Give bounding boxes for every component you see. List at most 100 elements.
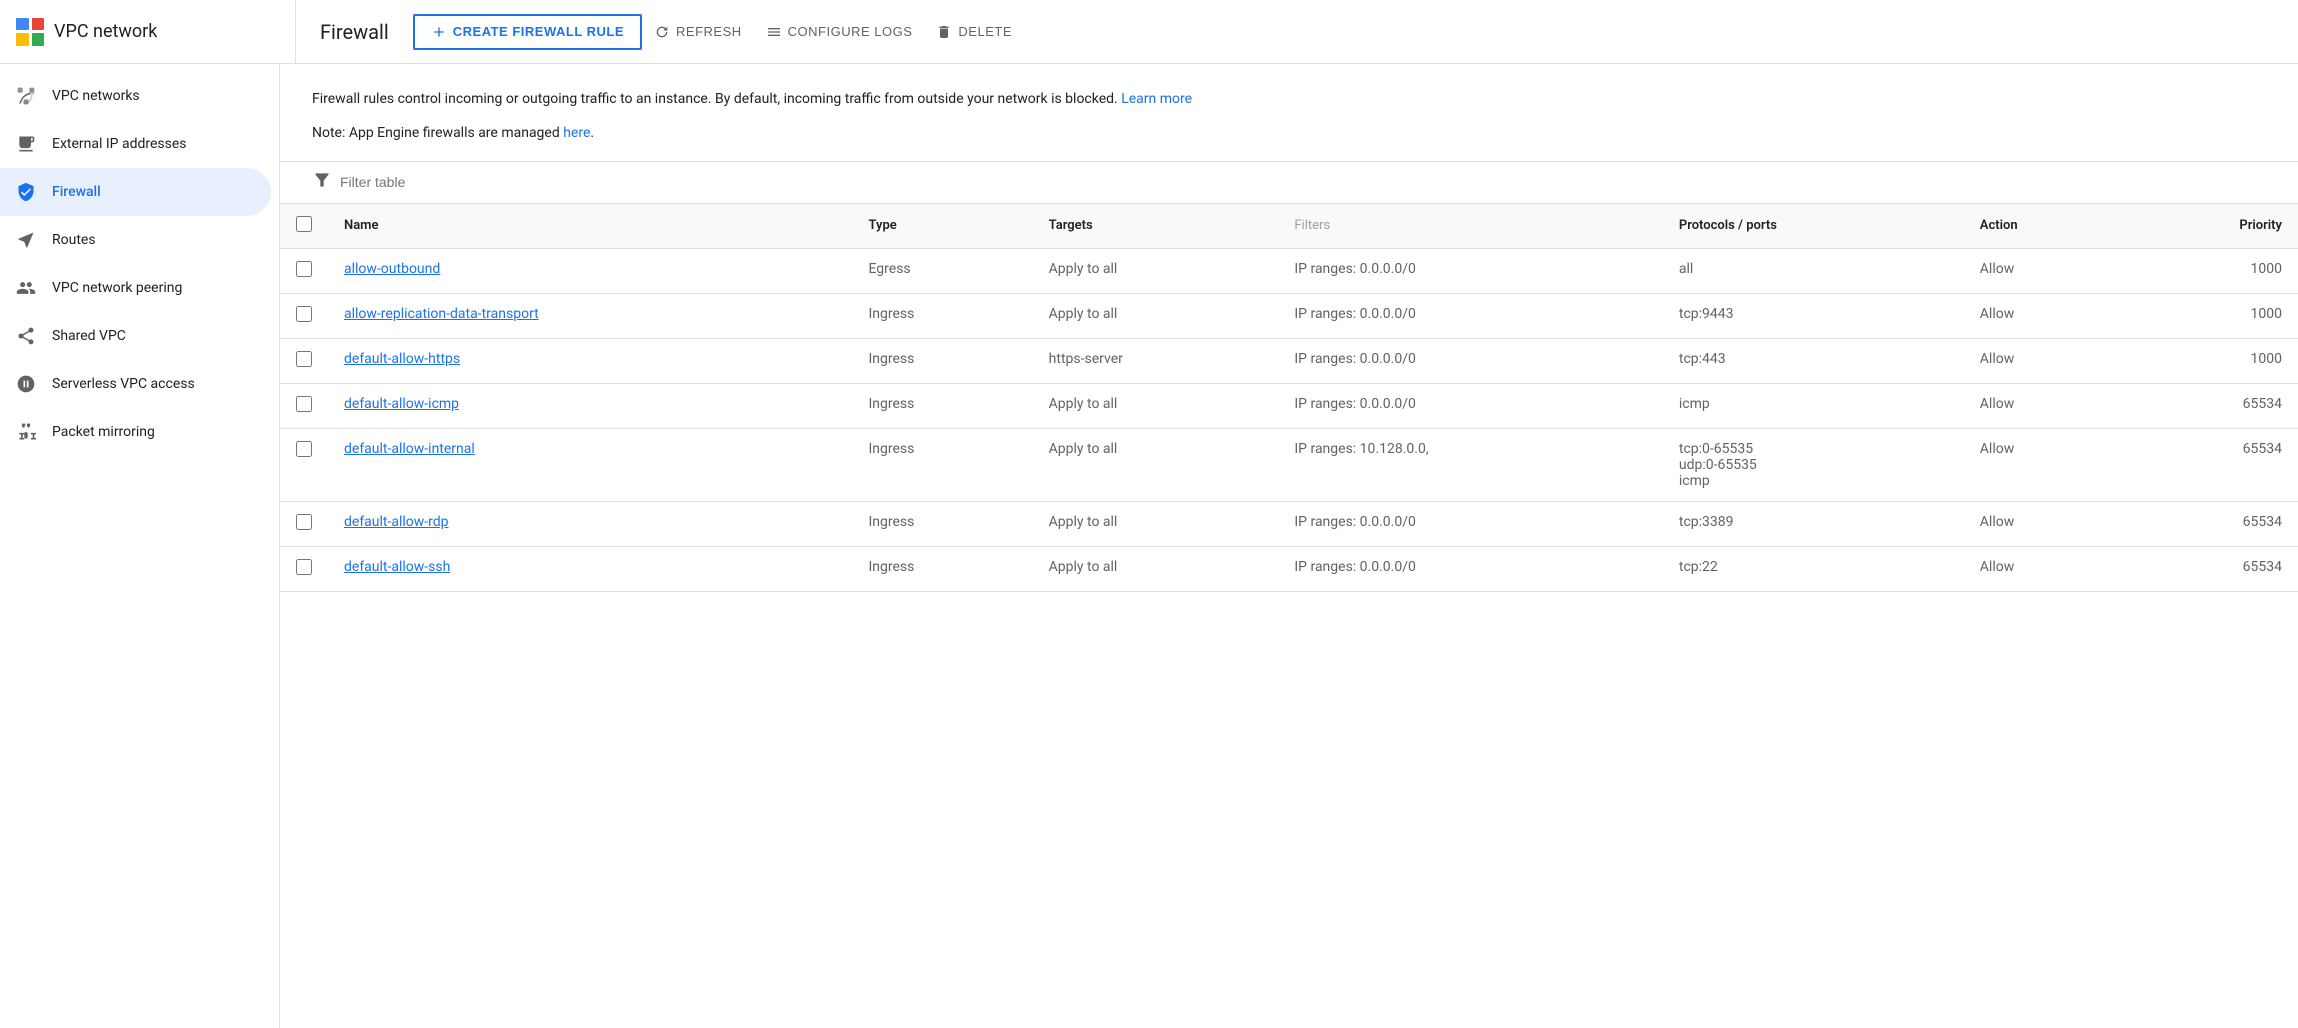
sidebar-item-firewall[interactable]: Firewall bbox=[0, 168, 271, 216]
table-row: allow-outbound Egress Apply to all IP ra… bbox=[280, 248, 2298, 293]
row-filters-4: IP ranges: 10.128.0.0, bbox=[1278, 428, 1663, 501]
filter-input[interactable] bbox=[340, 174, 540, 190]
sidebar: VPC networks External IP addresses Firew… bbox=[0, 64, 280, 1028]
row-checkbox-cell-4 bbox=[280, 428, 328, 501]
row-action-5: Allow bbox=[1964, 501, 2126, 546]
sidebar-item-vpc-networks[interactable]: VPC networks bbox=[0, 72, 271, 120]
row-action-6: Allow bbox=[1964, 546, 2126, 591]
row-action-2: Allow bbox=[1964, 338, 2126, 383]
app-title: VPC network bbox=[54, 21, 157, 42]
header-name: Name bbox=[328, 203, 852, 248]
sidebar-label-packet-mirroring: Packet mirroring bbox=[52, 424, 155, 440]
logo-cell-tr bbox=[32, 18, 45, 31]
row-name-3: default-allow-icmp bbox=[328, 383, 852, 428]
main-container: VPC networks External IP addresses Firew… bbox=[0, 64, 2298, 1028]
row-protocols-3: icmp bbox=[1663, 383, 1964, 428]
row-type-5: Ingress bbox=[852, 501, 1032, 546]
row-type-4: Ingress bbox=[852, 428, 1032, 501]
row-name-link-5[interactable]: default-allow-rdp bbox=[344, 514, 449, 530]
sidebar-label-external-ip: External IP addresses bbox=[52, 136, 187, 152]
row-priority-6: 65534 bbox=[2125, 546, 2298, 591]
sidebar-item-shared-vpc[interactable]: Shared VPC bbox=[0, 312, 271, 360]
configure-logs-button[interactable]: CONFIGURE LOGS bbox=[754, 14, 925, 50]
sidebar-label-firewall: Firewall bbox=[52, 184, 101, 200]
row-type-3: Ingress bbox=[852, 383, 1032, 428]
row-priority-0: 1000 bbox=[2125, 248, 2298, 293]
row-filters-3: IP ranges: 0.0.0.0/0 bbox=[1278, 383, 1663, 428]
table-row: allow-replication-data-transport Ingress… bbox=[280, 293, 2298, 338]
row-action-1: Allow bbox=[1964, 293, 2126, 338]
configure-logs-icon bbox=[766, 24, 782, 40]
row-type-1: Ingress bbox=[852, 293, 1032, 338]
row-checkbox-cell-6 bbox=[280, 546, 328, 591]
logo-grid bbox=[16, 18, 44, 46]
row-filters-6: IP ranges: 0.0.0.0/0 bbox=[1278, 546, 1663, 591]
firewall-rules-table: Name Type Targets Filters Protocols / po… bbox=[280, 203, 2298, 592]
row-checkbox-2[interactable] bbox=[296, 351, 312, 367]
create-firewall-rule-button[interactable]: CREATE FIREWALL RULE bbox=[413, 14, 642, 50]
header-action: Action bbox=[1964, 203, 2126, 248]
row-protocols-4: tcp:0-65535 udp:0-65535 icmp bbox=[1663, 428, 1964, 501]
row-name-link-6[interactable]: default-allow-ssh bbox=[344, 559, 450, 575]
ip-icon bbox=[16, 134, 36, 154]
row-protocols-5: tcp:3389 bbox=[1663, 501, 1964, 546]
refresh-button[interactable]: REFRESH bbox=[642, 14, 754, 50]
header-targets: Targets bbox=[1033, 203, 1279, 248]
row-targets-5: Apply to all bbox=[1033, 501, 1279, 546]
row-checkbox-3[interactable] bbox=[296, 396, 312, 412]
sidebar-label-vpc-networks: VPC networks bbox=[52, 88, 140, 104]
row-priority-5: 65534 bbox=[2125, 501, 2298, 546]
here-link[interactable]: here bbox=[563, 125, 590, 141]
header-priority: Priority bbox=[2125, 203, 2298, 248]
sidebar-item-vpc-peering[interactable]: VPC network peering bbox=[0, 264, 271, 312]
header-type: Type bbox=[852, 203, 1032, 248]
row-checkbox-1[interactable] bbox=[296, 306, 312, 322]
logo-cell-tl bbox=[16, 18, 29, 31]
row-checkbox-cell-2 bbox=[280, 338, 328, 383]
sidebar-label-shared-vpc: Shared VPC bbox=[52, 328, 126, 344]
row-name-2: default-allow-https bbox=[328, 338, 852, 383]
row-name-link-0[interactable]: allow-outbound bbox=[344, 261, 440, 277]
row-checkbox-4[interactable] bbox=[296, 441, 312, 457]
row-checkbox-0[interactable] bbox=[296, 261, 312, 277]
row-priority-3: 65534 bbox=[2125, 383, 2298, 428]
row-type-2: Ingress bbox=[852, 338, 1032, 383]
logo-cell-bl bbox=[16, 33, 29, 46]
network-icon bbox=[16, 86, 36, 106]
sidebar-item-routes[interactable]: Routes bbox=[0, 216, 271, 264]
delete-button[interactable]: DELETE bbox=[924, 14, 1024, 50]
row-checkbox-6[interactable] bbox=[296, 559, 312, 575]
filter-icon bbox=[312, 170, 332, 195]
sidebar-item-serverless-vpc[interactable]: Serverless VPC access bbox=[0, 360, 271, 408]
page-title: Firewall bbox=[320, 20, 413, 44]
row-targets-4: Apply to all bbox=[1033, 428, 1279, 501]
row-filters-1: IP ranges: 0.0.0.0/0 bbox=[1278, 293, 1663, 338]
table-row: default-allow-https Ingress https-server… bbox=[280, 338, 2298, 383]
row-checkbox-cell-0 bbox=[280, 248, 328, 293]
row-type-0: Egress bbox=[852, 248, 1032, 293]
row-name-link-3[interactable]: default-allow-icmp bbox=[344, 396, 459, 412]
row-checkbox-5[interactable] bbox=[296, 514, 312, 530]
row-name-link-2[interactable]: default-allow-https bbox=[344, 351, 460, 367]
row-name-link-4[interactable]: default-allow-internal bbox=[344, 441, 475, 457]
row-checkbox-cell-1 bbox=[280, 293, 328, 338]
content-area: Firewall rules control incoming or outgo… bbox=[280, 64, 2298, 1028]
table-header-row: Name Type Targets Filters Protocols / po… bbox=[280, 203, 2298, 248]
peering-icon bbox=[16, 278, 36, 298]
refresh-icon bbox=[654, 24, 670, 40]
sidebar-item-external-ip[interactable]: External IP addresses bbox=[0, 120, 271, 168]
row-name-link-1[interactable]: allow-replication-data-transport bbox=[344, 306, 539, 322]
row-type-6: Ingress bbox=[852, 546, 1032, 591]
learn-more-link[interactable]: Learn more bbox=[1121, 91, 1192, 107]
header-actions: Firewall CREATE FIREWALL RULE REFRESH CO… bbox=[296, 0, 2282, 63]
row-filters-5: IP ranges: 0.0.0.0/0 bbox=[1278, 501, 1663, 546]
row-name-4: default-allow-internal bbox=[328, 428, 852, 501]
plus-icon bbox=[431, 24, 447, 40]
mirroring-icon bbox=[16, 422, 36, 442]
note-text: Note: App Engine firewalls are managed h… bbox=[312, 122, 2266, 144]
delete-icon bbox=[936, 24, 952, 40]
sidebar-item-packet-mirroring[interactable]: Packet mirroring bbox=[0, 408, 271, 456]
header-filters: Filters bbox=[1278, 203, 1663, 248]
select-all-checkbox[interactable] bbox=[296, 216, 312, 232]
row-filters-2: IP ranges: 0.0.0.0/0 bbox=[1278, 338, 1663, 383]
